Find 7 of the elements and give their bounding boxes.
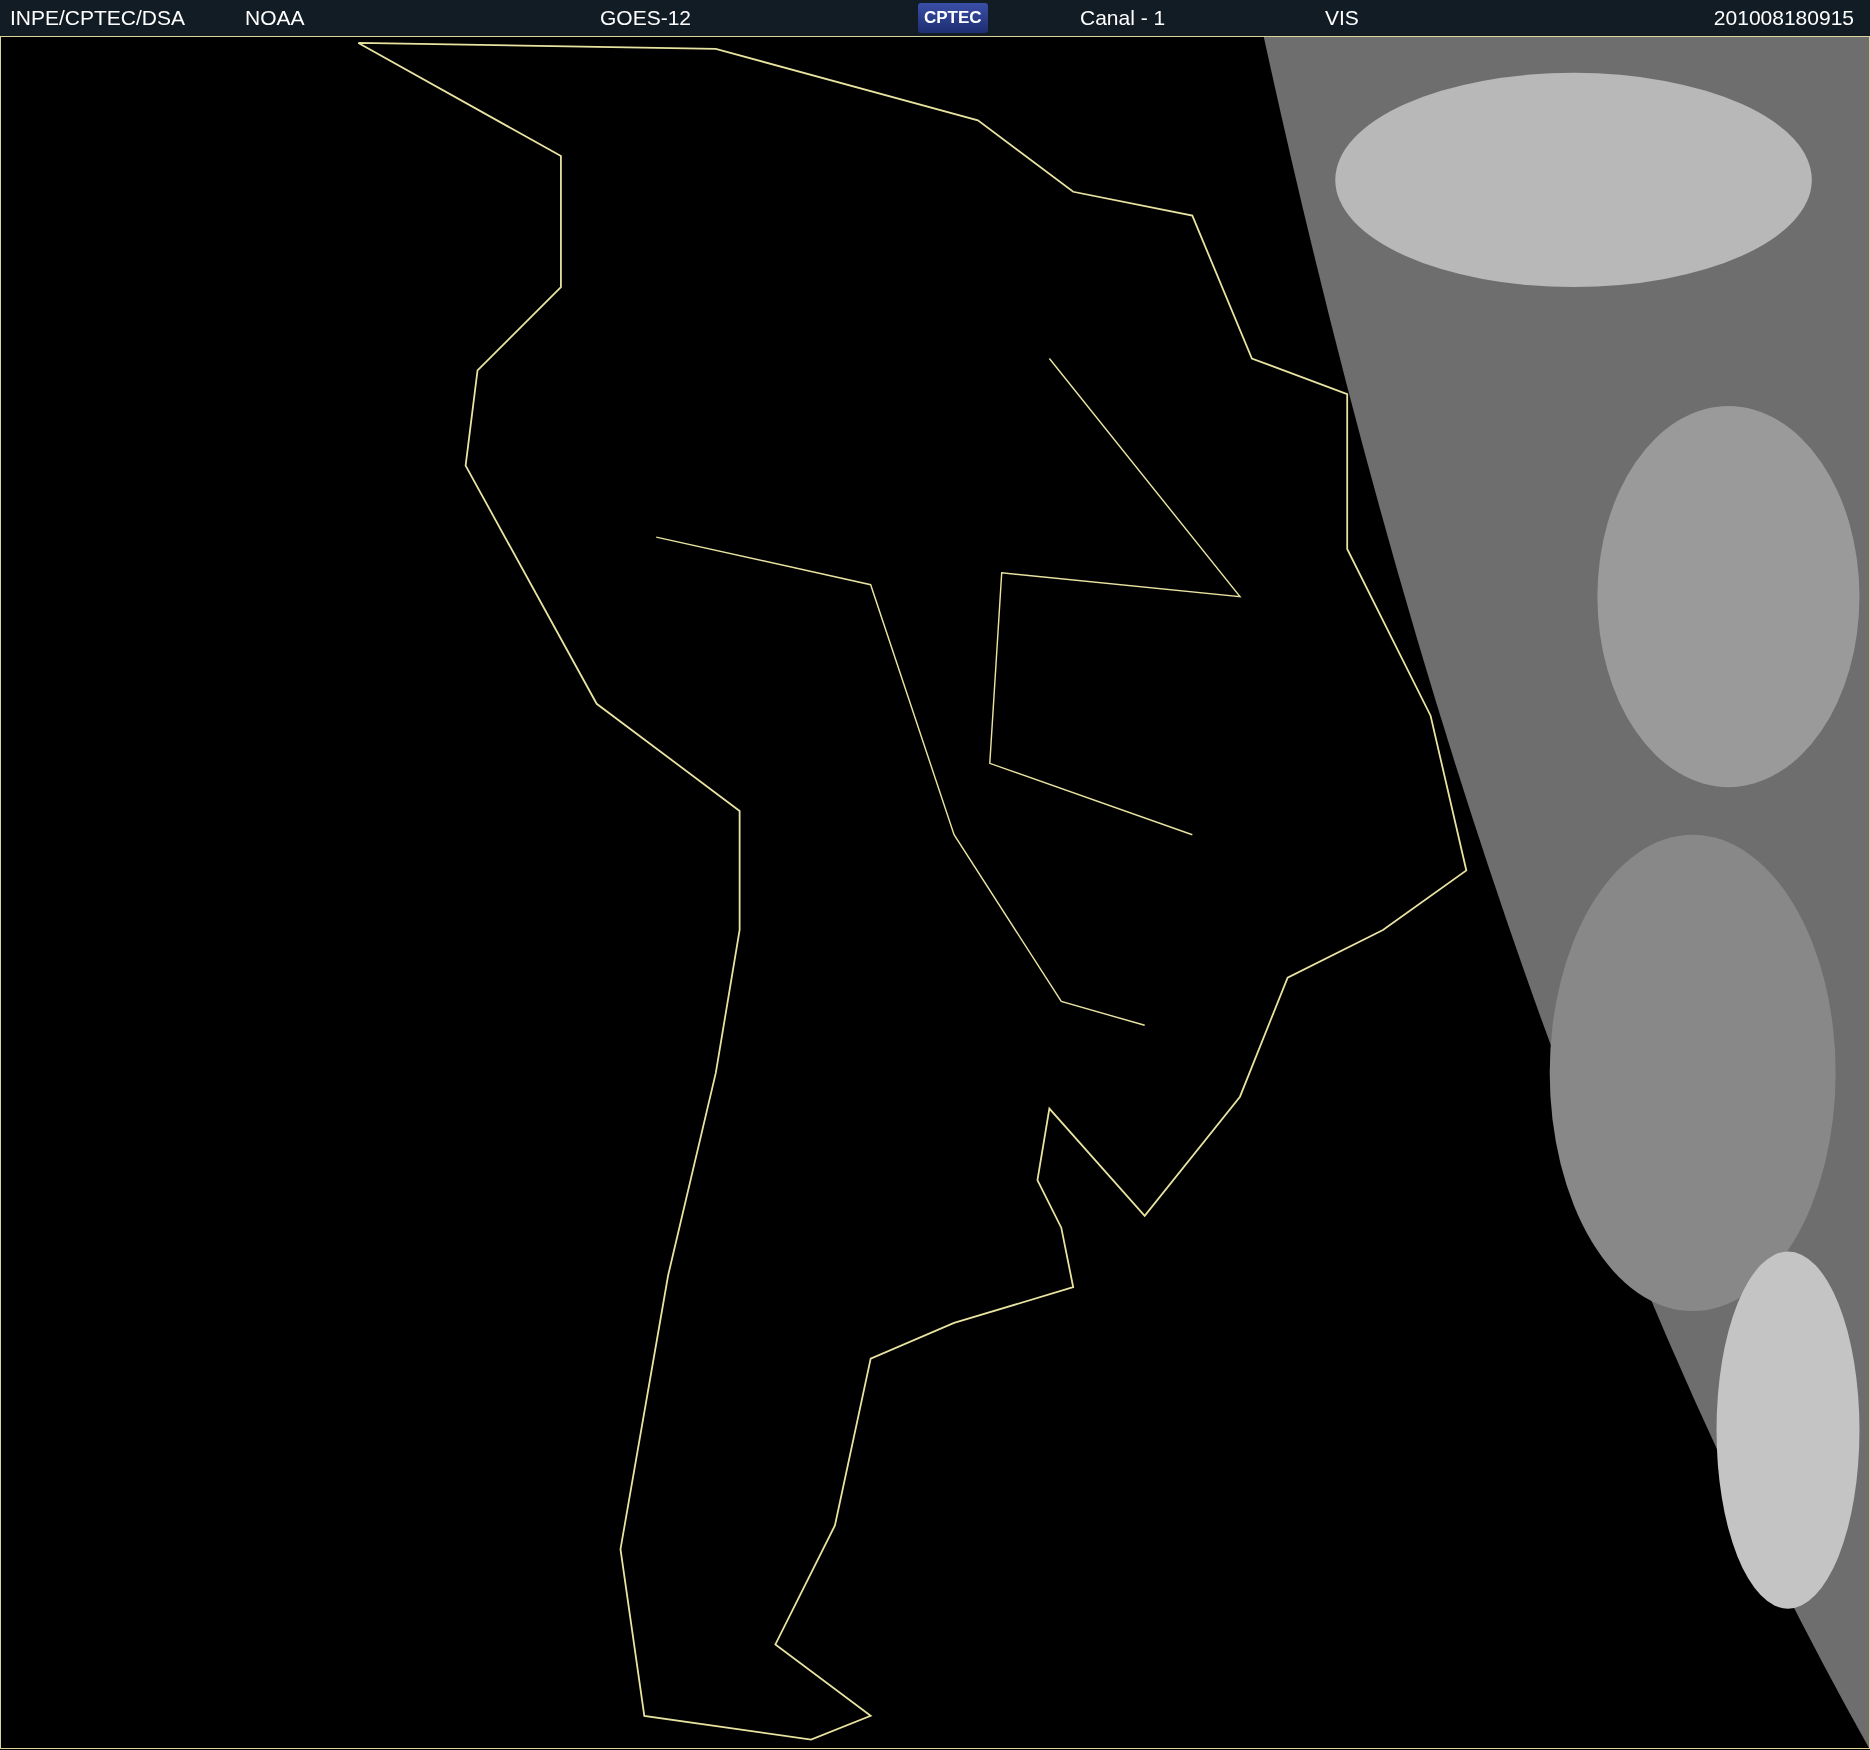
header-label: 201008180915: [1713, 6, 1854, 29]
header-label: NOAA: [245, 6, 305, 29]
header-label: GOES-12: [600, 6, 692, 29]
header-label: VIS: [1325, 6, 1359, 29]
logo: CPTEC: [918, 3, 988, 33]
header-label: INPE/CPTEC/DSA: [10, 6, 186, 29]
header-label: Canal - 1: [1080, 6, 1166, 29]
